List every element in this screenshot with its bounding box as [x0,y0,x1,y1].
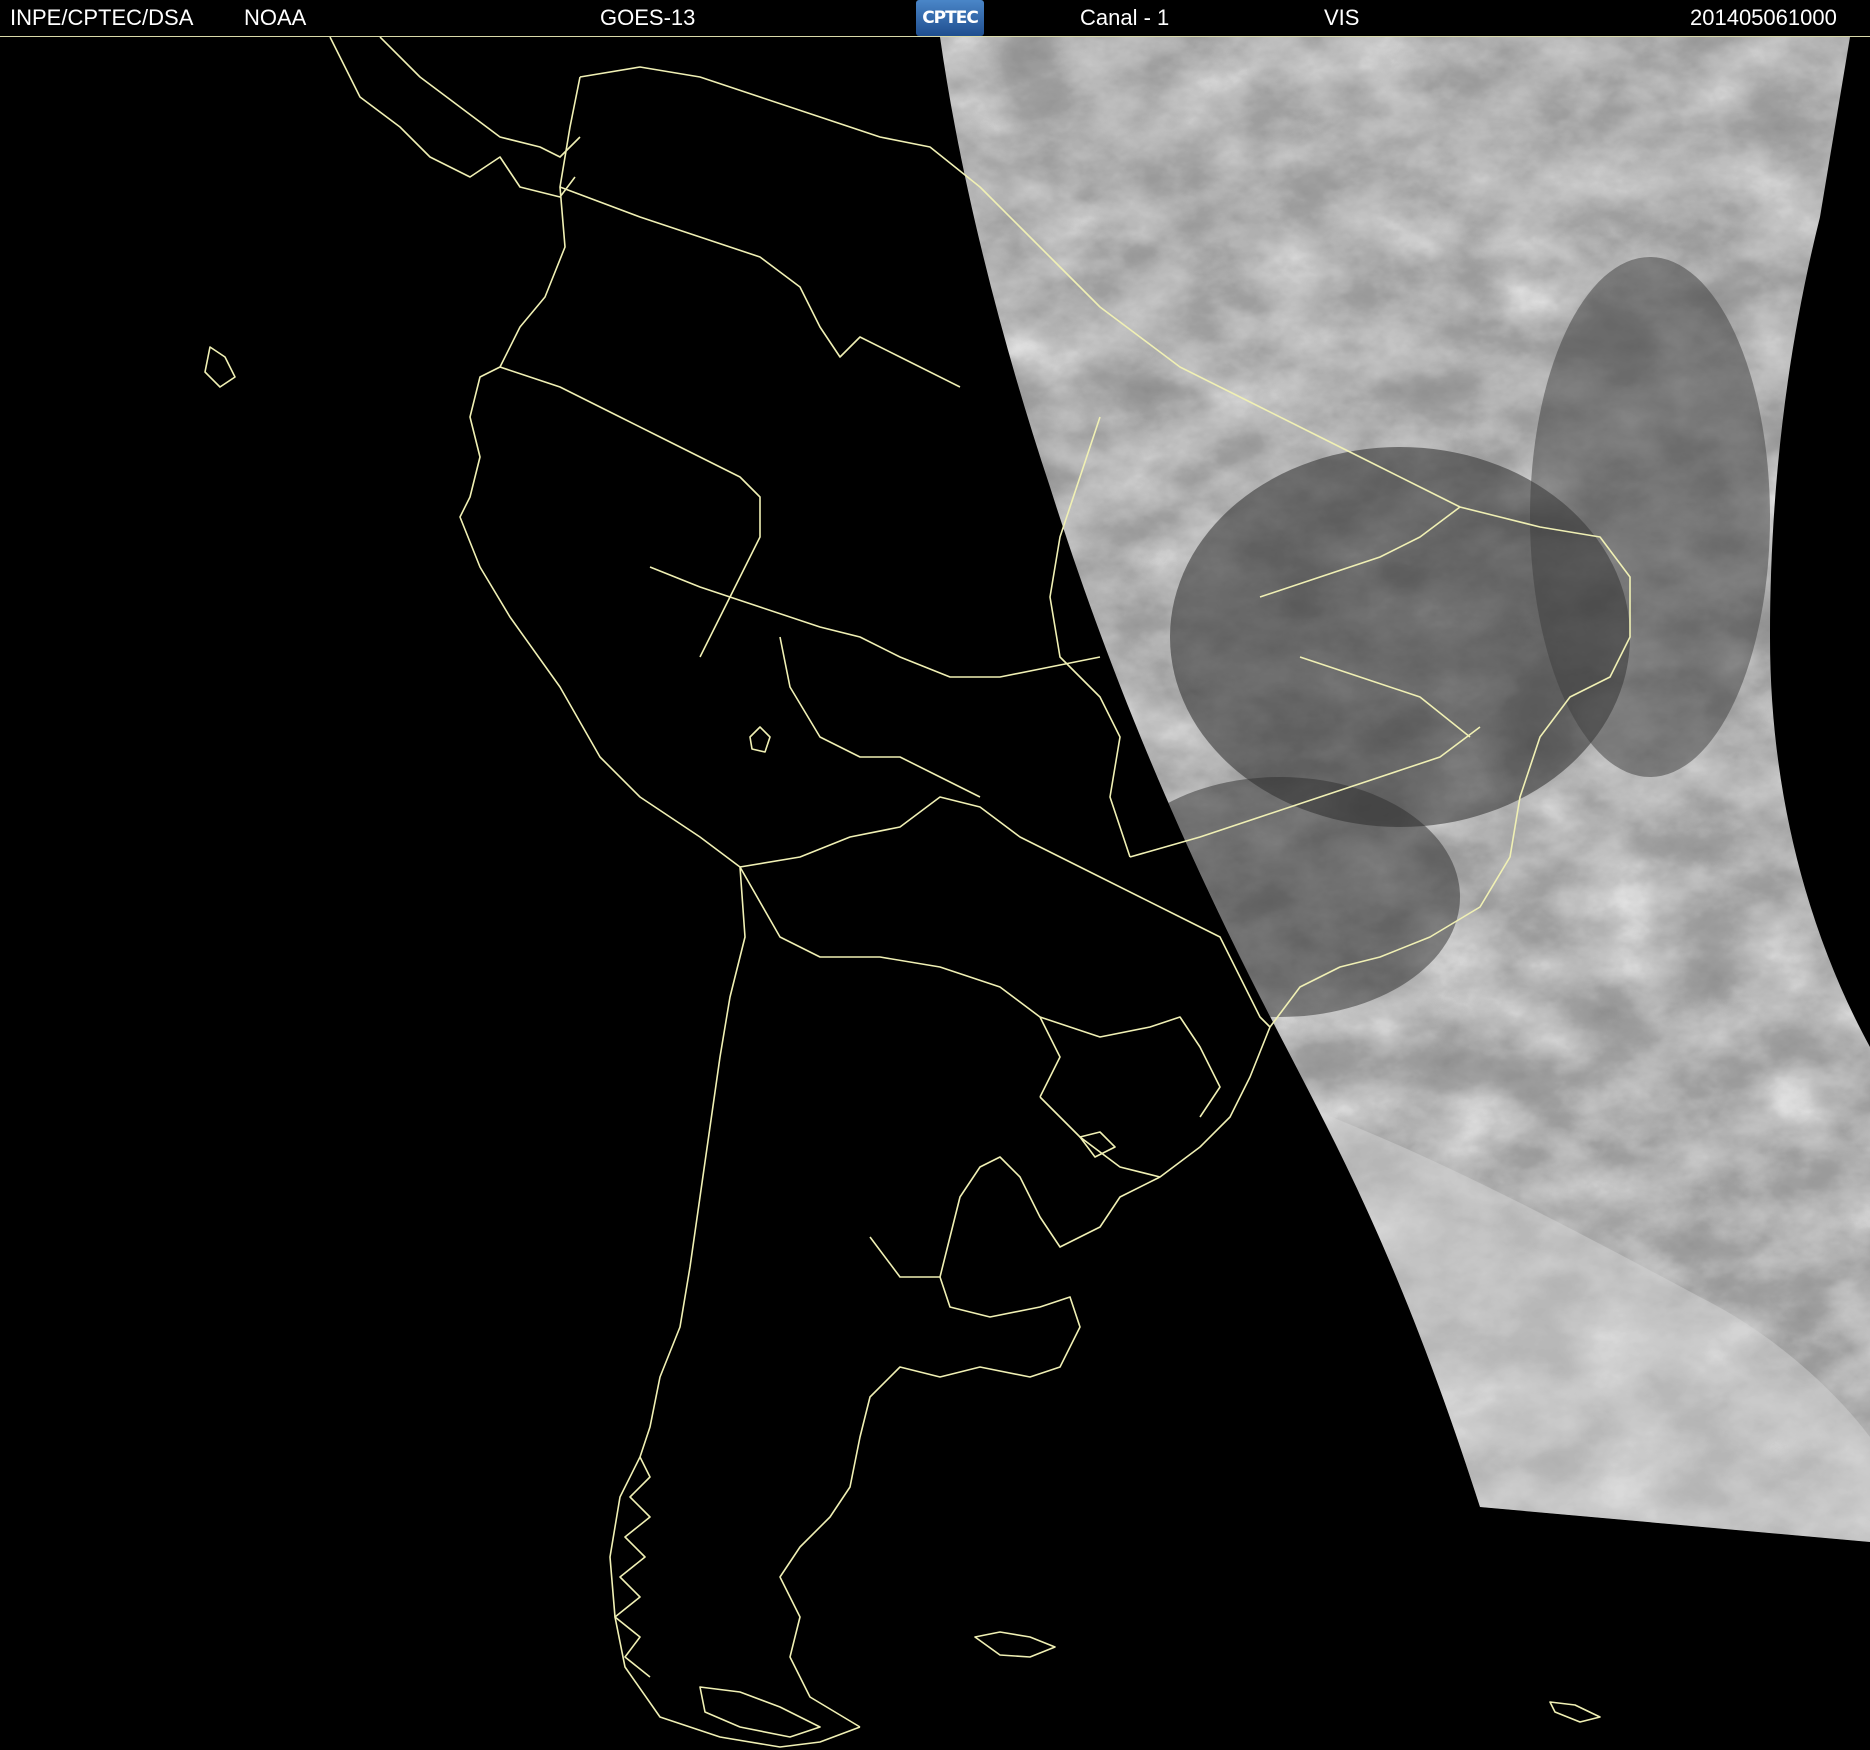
band-label: VIS [1324,5,1360,30]
cptec-logo: CPTEC [916,0,984,36]
channel-label: Canal - 1 [1080,5,1170,30]
logo-text: CPTEC [922,8,979,28]
institution-label: INPE/CPTEC/DSA [10,5,194,30]
map-canvas [0,37,1870,1750]
timestamp-label: 201405061000 [1690,5,1837,30]
satellite-map [0,37,1870,1750]
satellite-label: GOES-13 [600,5,696,30]
header-bar: INPE/CPTEC/DSA NOAA GOES-13 CPTEC Canal … [0,0,1870,37]
agency-label: NOAA [244,5,307,30]
